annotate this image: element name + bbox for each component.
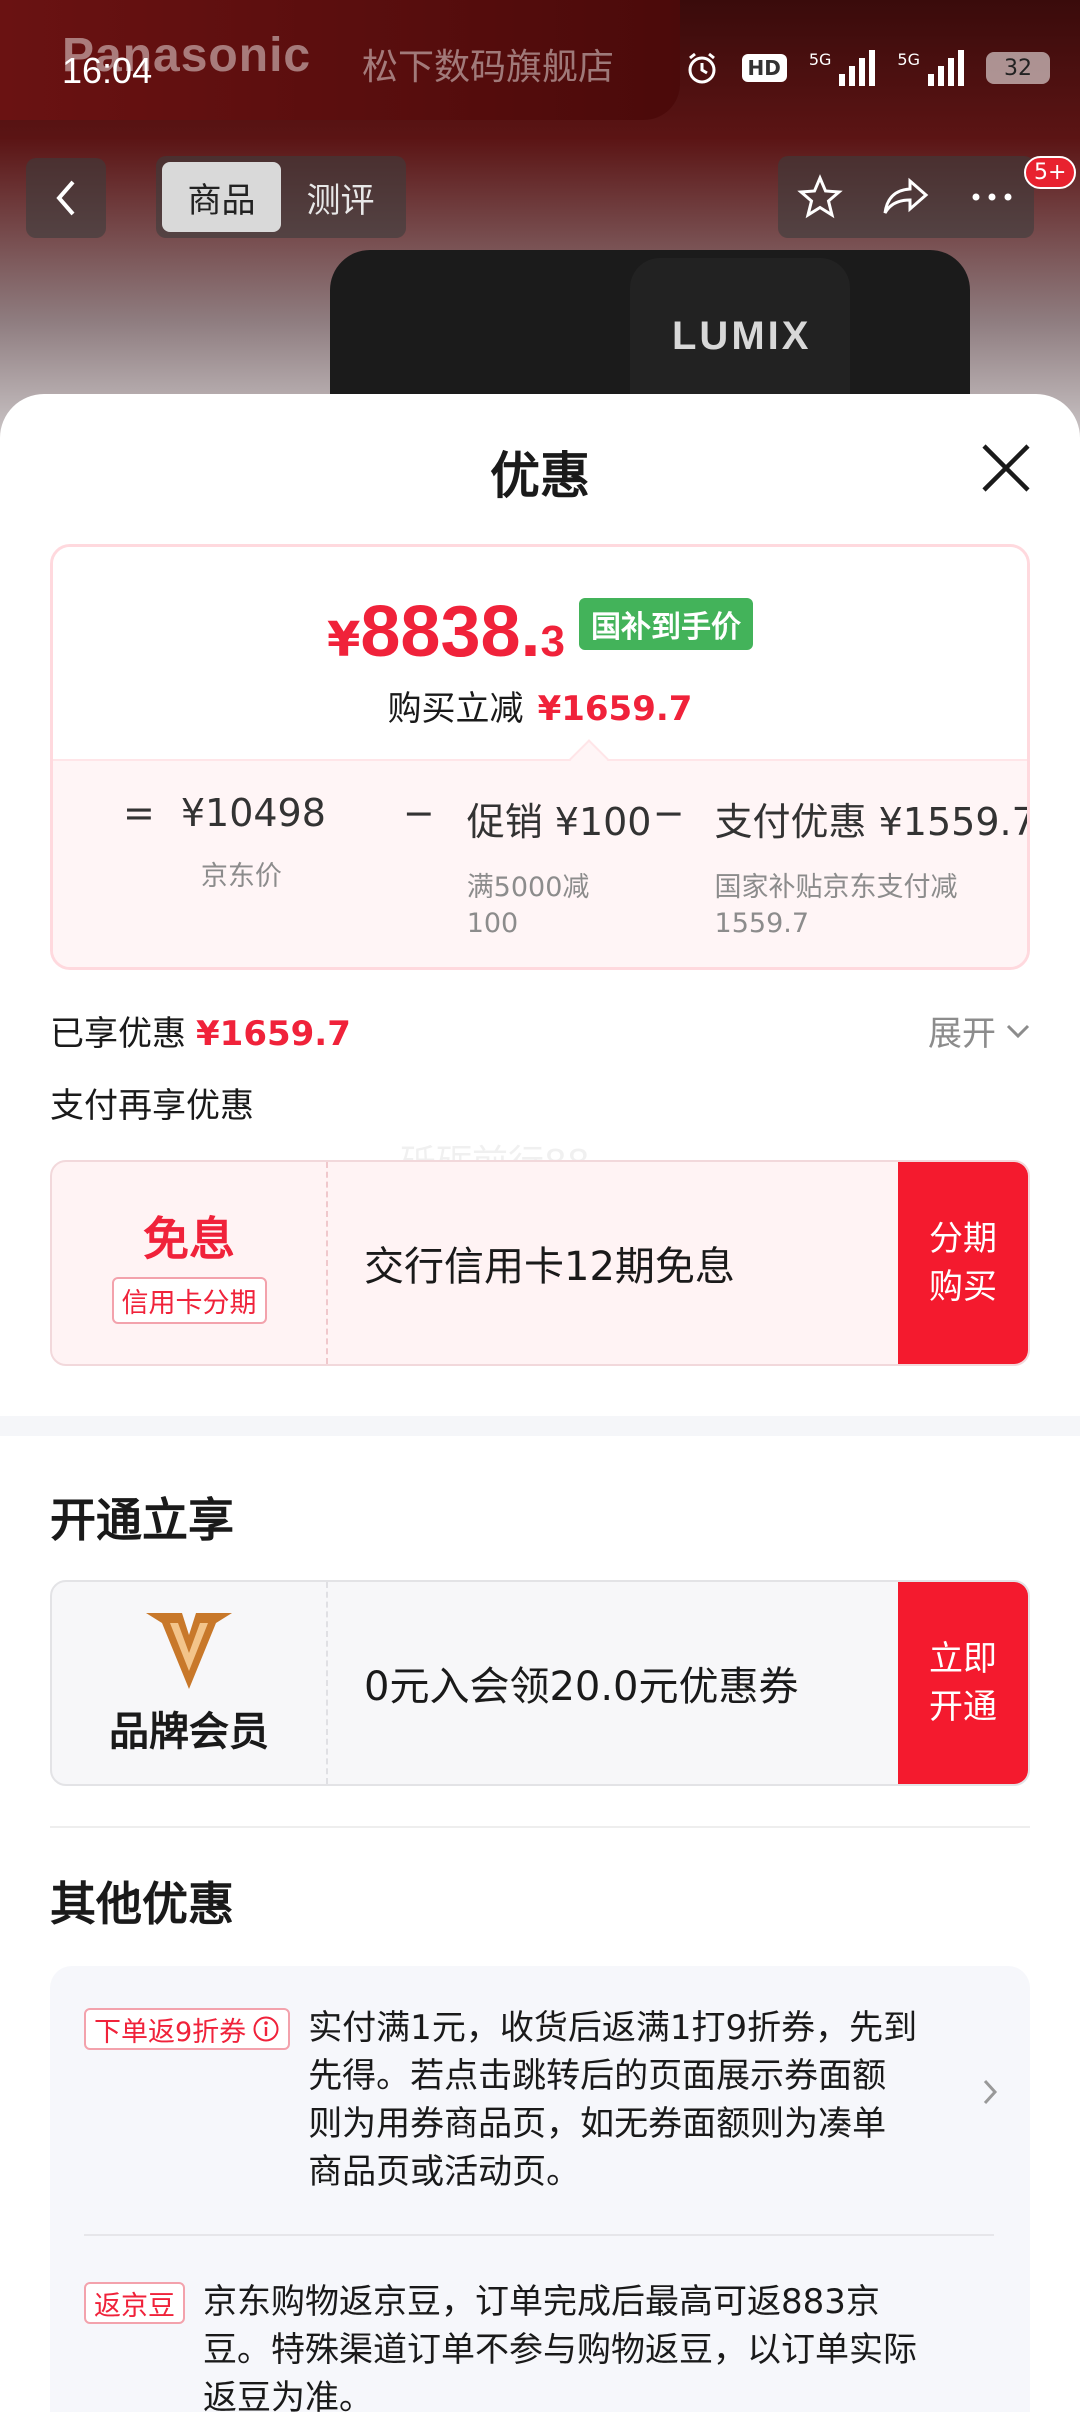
reduction-label: 购买立减: [387, 689, 524, 729]
coupon-rebate-tag: 下单返9折券: [84, 2008, 291, 2050]
header-actions: [778, 156, 1034, 238]
membership-description: 0元入会领20.0元优惠券: [364, 1664, 799, 1710]
installment-description: 交行信用卡12期免息: [364, 1244, 735, 1290]
payment-discount-label-line2: 1559.7: [714, 908, 810, 939]
coupon-rebate-text: 实付满1元，收货后返满1打9折券，先到先得。若点击跳转后的页面展示券面额则为用券…: [308, 2008, 918, 2192]
tab-product[interactable]: 商品: [162, 162, 281, 232]
chevron-down-icon: [1006, 1024, 1030, 1038]
price-decimal: 3: [540, 617, 566, 666]
more-icon[interactable]: [968, 173, 1016, 221]
store-name: 松下数码旗舰店: [362, 47, 615, 88]
discount-sheet: 优惠 ¥ 8838. 3 国补到手价 购买立减 ¥1659.7 = ¥10498…: [0, 394, 1080, 2412]
installment-badge: 免息 信用卡分期: [52, 1162, 328, 1364]
share-icon[interactable]: [880, 173, 932, 221]
message-badge: 5+: [1024, 156, 1077, 189]
enjoyed-label: 已享优惠: [50, 1014, 186, 1054]
other-offers-list: 下单返9折券 实付满1元，收货后返满1打9折券，先到先得。若点击跳转后的页面展示…: [50, 1966, 1030, 2412]
product-tabs: 商品 测评: [156, 156, 406, 238]
chevron-left-icon: [56, 180, 75, 216]
list-item-coupon-rebate[interactable]: 下单返9折券 实付满1元，收货后返满1打9折券，先到先得。若点击跳转后的页面展示…: [84, 2004, 998, 2196]
membership-section-title: 开通立享: [50, 1493, 234, 1547]
product-header-background: Panasonic 松下数码旗舰店 LUMIX 16:04 HD 5G 5G 3…: [0, 0, 1080, 460]
final-price-section: ¥ 8838. 3 国补到手价 购买立减 ¥1659.7: [53, 547, 1027, 757]
membership-card: 品牌会员 0元入会领20.0元优惠券 立即 开通: [50, 1580, 1030, 1786]
brand-member-label: 品牌会员: [109, 1709, 269, 1755]
minus-operator: −: [402, 791, 435, 835]
status-time: 16:04: [62, 50, 153, 91]
breakdown-row: = ¥10498 京东价 − 促销 ¥100 满5000减100 − 支付优惠 …: [123, 791, 1030, 942]
installment-buy-button[interactable]: 分期 购买: [898, 1162, 1028, 1364]
breakdown-promotion: 促销 ¥100 满5000减100: [466, 791, 652, 942]
brand-member-logo-icon: [146, 1613, 232, 1689]
promotion-label: 满5000减100: [466, 872, 590, 939]
brand-member-badge: 品牌会员: [52, 1582, 328, 1784]
list-divider: [84, 2234, 994, 2236]
promotion-value: 促销 ¥100: [466, 800, 652, 844]
equals-operator: =: [123, 791, 155, 835]
jd-beans-text: 京东购物返京豆，订单完成后最高可返883京豆。特殊渠道订单不参与购物返豆，以订单…: [203, 2282, 917, 2412]
payment-discount-label: 国家补贴京东支付减 1559.7: [715, 870, 1015, 942]
enjoyed-discount: 已享优惠 ¥1659.7: [50, 1006, 351, 1055]
pay-more-title: 支付再享优惠: [50, 1086, 254, 1126]
installment-buy-line1: 分期: [929, 1219, 997, 1259]
network-type-label-2: 5G: [897, 50, 920, 69]
join-now-line2: 开通: [929, 1687, 997, 1727]
jd-price-label: 京东价: [200, 861, 282, 892]
product-logo: LUMIX: [672, 314, 812, 358]
chevron-right-icon[interactable]: [980, 2076, 1000, 2108]
payment-discount-value: 支付优惠 ¥1559.7: [714, 800, 1030, 844]
join-now-button[interactable]: 立即 开通: [898, 1582, 1028, 1784]
final-price: ¥ 8838. 3 国补到手价: [53, 591, 1027, 673]
other-offers-section-title: 其他优惠: [50, 1877, 234, 1931]
purchase-reduction: 购买立减 ¥1659.7: [53, 681, 1027, 730]
signal-icon-2: [928, 50, 964, 86]
credit-installment-tag: 信用卡分期: [111, 1276, 267, 1324]
reduction-value: ¥1659.7: [537, 689, 693, 729]
expand-label: 展开: [928, 1014, 996, 1054]
divider: [50, 1826, 1030, 1828]
section-divider: [0, 1416, 1080, 1436]
close-icon[interactable]: [978, 440, 1034, 496]
tab-reviews[interactable]: 测评: [281, 162, 400, 232]
installment-buy-line2: 购买: [929, 1267, 997, 1307]
minus-operator-2: −: [652, 791, 685, 835]
jd-price-value: ¥10498: [180, 791, 326, 835]
battery-icon: 32: [986, 52, 1050, 84]
breakdown-jd-price: ¥10498 京东价: [180, 791, 326, 895]
breakdown-payment: 支付优惠 ¥1559.7 国家补贴京东支付减 1559.7: [714, 791, 1030, 942]
join-now-line1: 立即: [929, 1639, 997, 1679]
price-currency: ¥: [326, 612, 361, 668]
alarm-icon: [688, 52, 715, 84]
hd-icon: HD: [741, 54, 787, 82]
status-icons: HD 5G 5G 32: [684, 50, 1050, 86]
price-integer: 8838.: [360, 592, 541, 672]
payment-discount-label-line1: 国家补贴京东支付减: [714, 872, 958, 903]
subsidy-price-tag: 国补到手价: [579, 598, 754, 650]
signal-icon: [839, 50, 876, 86]
info-icon[interactable]: [252, 2015, 280, 2043]
price-breakdown: = ¥10498 京东价 − 促销 ¥100 满5000减100 − 支付优惠 …: [53, 759, 1030, 967]
installment-card: 免息 信用卡分期 交行信用卡12期免息 分期 购买: [50, 1160, 1030, 1366]
expand-button[interactable]: 展开: [928, 1006, 1032, 1055]
jd-beans-tag: 返京豆: [84, 2282, 185, 2324]
coupon-rebate-tag-label: 下单返9折券: [94, 2016, 247, 2048]
sheet-title: 优惠: [490, 447, 590, 505]
star-icon[interactable]: [796, 173, 844, 221]
enjoyed-value: ¥1659.7: [196, 1014, 351, 1054]
list-item-jd-beans: 返京豆 京东购物返京豆，订单完成后最高可返883京豆。特殊渠道订单不参与购物返豆…: [84, 2278, 994, 2412]
back-button[interactable]: [26, 158, 106, 238]
interest-free-label: 免息: [143, 1211, 235, 1266]
price-card: ¥ 8838. 3 国补到手价 购买立减 ¥1659.7 = ¥10498 京东…: [50, 544, 1030, 970]
network-type-label: 5G: [808, 50, 832, 69]
